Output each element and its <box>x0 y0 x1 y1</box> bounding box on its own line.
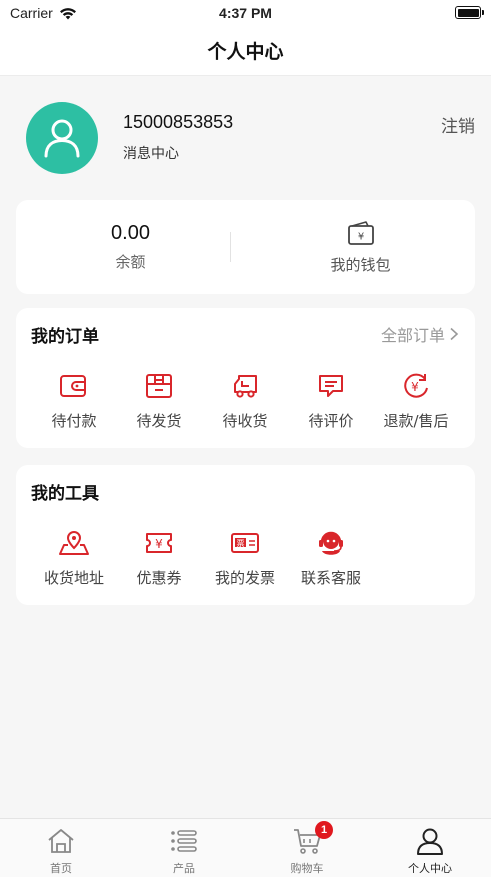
home-icon <box>48 829 74 853</box>
tab-products[interactable]: 产品 <box>123 819 245 877</box>
tab-label: 产品 <box>173 862 195 875</box>
all-orders-label: 全部订单 <box>380 326 445 345</box>
order-label: 退款/售后 <box>383 412 449 430</box>
avatar[interactable] <box>26 102 98 174</box>
tab-personal-center[interactable]: 个人中心 <box>369 819 491 877</box>
tool-label: 联系客服 <box>300 569 361 587</box>
svg-text:¥: ¥ <box>357 231 363 242</box>
wallet-icon <box>60 375 86 397</box>
svg-text:¥: ¥ <box>411 380 419 394</box>
tab-cart[interactable]: 1 购物车 <box>246 819 368 877</box>
balance-value: 0.00 <box>111 222 150 244</box>
user-phone: 15000853853 <box>123 112 234 132</box>
my-wallet-label: 我的钱包 <box>330 255 391 274</box>
order-label: 待评价 <box>308 412 354 430</box>
battery-icon <box>455 6 484 19</box>
tool-invoices[interactable]: 票 我的发票 <box>200 527 290 588</box>
coupon-icon: ¥ <box>146 533 172 553</box>
wallet-card: 0.00 余额 ¥ 我的钱包 <box>16 200 475 294</box>
order-label: 待付款 <box>51 412 97 430</box>
order-pending-shipment[interactable]: 待发货 <box>114 370 204 431</box>
logout-button[interactable]: 注销 <box>441 112 475 137</box>
tools-icon-row: 收货地址 ¥ 优惠券 票 我的发票 联系客服 <box>16 527 475 597</box>
order-label: 待收货 <box>222 412 268 430</box>
invoice-icon: 票 <box>231 533 259 553</box>
order-pending-receipt[interactable]: 待收货 <box>200 370 290 431</box>
comment-icon <box>319 375 343 397</box>
list-icon <box>171 830 197 852</box>
chevron-right-icon <box>450 327 459 341</box>
package-icon <box>146 374 172 398</box>
all-orders-link[interactable]: 全部订单 <box>381 322 459 346</box>
tab-label: 个人中心 <box>408 862 452 875</box>
tool-customer-service[interactable]: 联系客服 <box>286 527 376 588</box>
balance-section[interactable]: 0.00 余额 <box>16 200 245 294</box>
order-refund-aftersale[interactable]: ¥ 退款/售后 <box>371 370 461 431</box>
tool-label: 优惠券 <box>136 569 182 587</box>
order-label: 待发货 <box>136 412 182 430</box>
wallet-divider <box>230 232 231 262</box>
user-icon <box>44 119 80 158</box>
tool-label: 收货地址 <box>43 569 104 587</box>
location-icon <box>59 530 89 555</box>
tool-coupons[interactable]: ¥ 优惠券 <box>114 527 204 588</box>
orders-icon-row: 待付款 待发货 待收货 待评价 ¥ 退款/售后 <box>16 370 475 440</box>
tab-label: 首页 <box>50 862 72 875</box>
tools-card: 我的工具 收货地址 ¥ 优惠券 票 我的发票 联系客服 <box>16 465 475 605</box>
profile-section: 15000853853 消息中心 注销 <box>0 76 491 198</box>
person-icon <box>417 828 443 855</box>
svg-text:¥: ¥ <box>155 537 163 551</box>
my-wallet-button[interactable]: ¥ 我的钱包 <box>246 200 475 294</box>
customer-service-icon <box>319 531 343 555</box>
svg-text:票: 票 <box>237 539 245 548</box>
tab-bar: 首页 产品 1 购物车 个人中心 <box>0 818 491 877</box>
wallet-icon: ¥ <box>347 220 374 245</box>
orders-title: 我的订单 <box>31 327 99 347</box>
tools-title: 我的工具 <box>31 484 99 504</box>
orders-card: 我的订单 全部订单 待付款 待发货 待收货 待评价 ¥ 退款/售后 <box>16 308 475 448</box>
status-bar: Carrier 4:37 PM <box>0 0 491 26</box>
tool-shipping-address[interactable]: 收货地址 <box>29 527 119 588</box>
balance-label: 余额 <box>115 253 146 271</box>
refund-icon: ¥ <box>404 373 428 398</box>
tab-label: 购物车 <box>290 862 324 875</box>
page-title: 个人中心 <box>207 41 284 63</box>
truck-icon <box>234 375 257 398</box>
tool-label: 我的发票 <box>214 569 275 587</box>
tab-home[interactable]: 首页 <box>0 819 122 877</box>
cart-badge: 1 <box>315 821 333 839</box>
status-time: 4:37 PM <box>219 5 272 21</box>
message-center-link[interactable]: 消息中心 <box>123 143 179 163</box>
order-pending-payment[interactable]: 待付款 <box>29 370 119 431</box>
order-pending-review[interactable]: 待评价 <box>286 370 376 431</box>
nav-bar: 个人中心 <box>0 26 491 76</box>
